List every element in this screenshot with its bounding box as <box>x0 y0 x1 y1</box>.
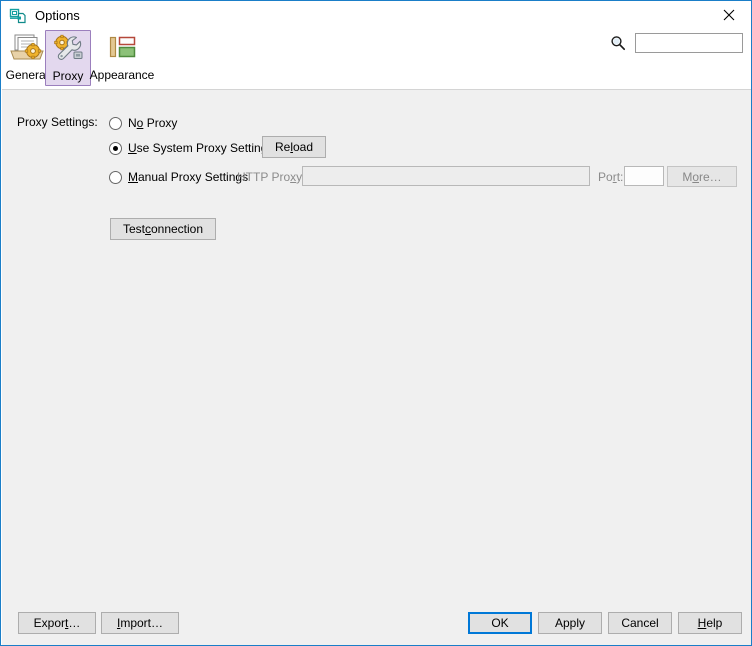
label-pre: N <box>128 116 137 130</box>
radio-row-use-system-proxy-settings[interactable]: Use System Proxy Settings <box>109 140 273 156</box>
radio-use-system-proxy-settings-label: Use System Proxy Settings <box>128 141 273 155</box>
options-dialog: Options General Proxy Appearance Proxy S… <box>0 0 752 646</box>
label-post: onnection <box>150 222 204 236</box>
http-proxy-label: HTTP Proxy: <box>237 170 305 184</box>
toolbar-item-general[interactable]: General <box>5 30 49 86</box>
port-input[interactable] <box>624 166 664 186</box>
toolbar-item-general-label: General <box>5 68 49 82</box>
close-button[interactable] <box>706 1 751 29</box>
toolbar-item-proxy-label: Proxy <box>52 69 84 83</box>
apply-button[interactable]: Apply <box>538 612 602 634</box>
label-pre: Test <box>122 222 145 236</box>
help-button[interactable]: Help <box>678 612 742 634</box>
appearance-layout-icon <box>102 31 142 65</box>
label-post: se System Proxy Settings <box>136 141 274 155</box>
radio-use-system-proxy-settings[interactable] <box>109 141 122 155</box>
more-button[interactable]: Mo re… <box>667 166 737 187</box>
cancel-button[interactable]: Cancel <box>608 612 672 634</box>
dialog-button-bar: Expor t… Import… OK Apply Cancel Help <box>2 600 751 644</box>
search-icon <box>609 34 627 52</box>
title-bar: Options <box>1 1 751 30</box>
label-post: t: <box>616 170 624 184</box>
ok-button[interactable]: OK <box>468 612 532 634</box>
label-mnemonic: H <box>697 616 707 630</box>
radio-manual-proxy-settings-label: Manual Proxy Settings <box>128 170 248 184</box>
label-pre: Cancel <box>621 616 659 630</box>
radio-row-no-proxy[interactable]: No Proxy <box>109 115 177 131</box>
window-title: Options <box>35 7 80 23</box>
toolbar-item-appearance-label: Appearance <box>89 68 155 82</box>
search-input[interactable] <box>635 33 743 53</box>
label-pre: M <box>682 169 693 184</box>
label-pre: OK <box>491 616 509 630</box>
label-post: mport… <box>120 616 164 630</box>
label-mnemonic: M <box>128 170 138 184</box>
radio-manual-proxy-settings[interactable] <box>109 170 122 184</box>
label-pre: Po <box>598 170 613 184</box>
http-proxy-input[interactable] <box>302 166 590 186</box>
toolbar-item-proxy[interactable]: Proxy <box>45 30 91 86</box>
proxy-settings-label: Proxy Settings: <box>17 115 98 129</box>
radio-no-proxy-label: No Proxy <box>128 116 177 130</box>
import-button[interactable]: Import… <box>101 612 179 634</box>
radio-row-manual-proxy-settings[interactable]: Manual Proxy Settings <box>109 169 248 185</box>
label-post: re… <box>699 169 722 184</box>
label-pre: Re <box>274 140 291 154</box>
label-pre: HTTP Pro <box>237 170 291 184</box>
general-documents-gear-icon <box>7 31 47 65</box>
label-pre: Apply <box>554 616 586 630</box>
options-properties-icon <box>9 7 27 25</box>
toolbar-item-appearance[interactable]: Appearance <box>90 30 154 86</box>
label-pre: Expor <box>33 616 65 630</box>
label-post: anual Proxy Settings <box>138 170 249 184</box>
label-post: Proxy <box>143 116 178 130</box>
port-label: Port: <box>598 170 623 184</box>
label-mnemonic: o <box>692 169 699 184</box>
label-post: oad <box>292 140 314 154</box>
test-connection-button[interactable]: Test c onnection <box>110 218 216 240</box>
radio-no-proxy[interactable] <box>109 116 122 130</box>
label-post: elp <box>706 616 723 630</box>
label-post: … <box>68 616 81 630</box>
proxy-gear-wrench-icon <box>48 32 88 66</box>
export-button[interactable]: Expor t… <box>18 612 96 634</box>
toolbar: General Proxy Appearance <box>2 30 751 90</box>
reload-button[interactable]: Re l oad <box>262 136 326 158</box>
search-area <box>609 33 743 53</box>
label-mnemonic: U <box>128 141 137 155</box>
